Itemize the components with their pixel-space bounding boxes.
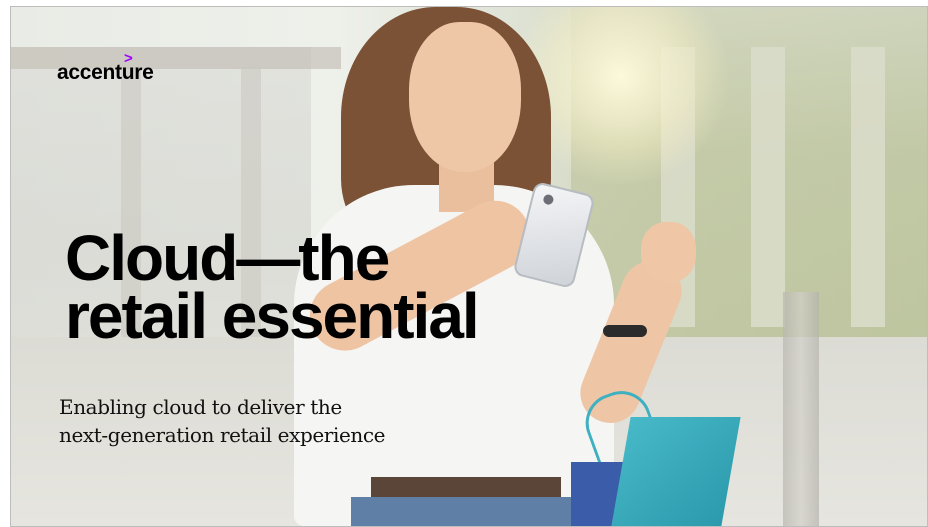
subtitle: Enabling cloud to deliver the next-gener…	[59, 393, 386, 449]
headline: Cloud—the retail essential	[65, 226, 480, 348]
background-column	[751, 47, 785, 327]
subtitle-line-2: next-generation retail experience	[59, 423, 386, 447]
bracelet	[603, 325, 647, 337]
cover-slide: > accenture Cloud—the retail essential E…	[10, 6, 928, 527]
background-post	[783, 292, 819, 526]
subtitle-line-1: Enabling cloud to deliver the	[59, 395, 342, 419]
person-hand-right	[641, 222, 696, 282]
accenture-logo: accenture	[57, 61, 154, 84]
shopping-bag-teal	[611, 417, 741, 526]
person-jeans	[351, 497, 581, 526]
person-belt	[371, 477, 561, 499]
headline-line-2: retail essential	[65, 280, 480, 352]
person-face	[409, 22, 521, 172]
phone-camera	[542, 193, 555, 206]
background-column	[851, 47, 885, 327]
